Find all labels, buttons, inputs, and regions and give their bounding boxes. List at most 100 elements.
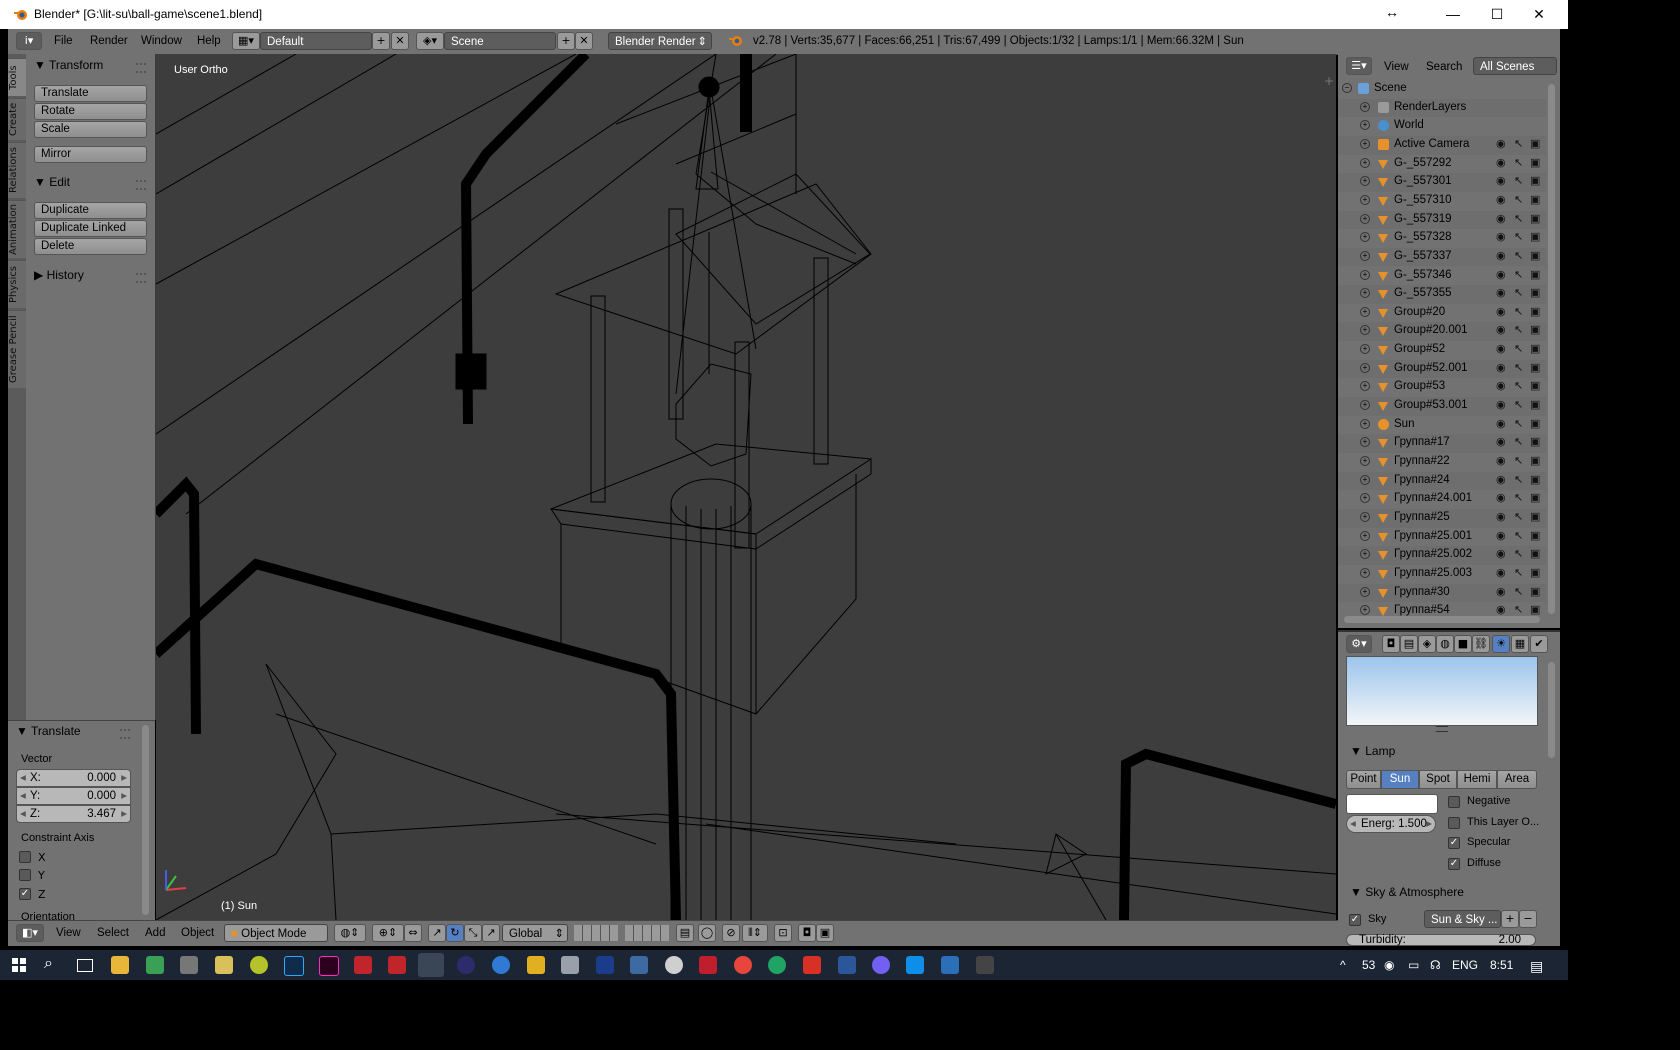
manipulator-icon[interactable]: ⇔ xyxy=(404,924,422,942)
editor-type-3d-icon[interactable]: ◧▾ xyxy=(16,924,44,942)
edit-panel-header[interactable]: ▼ Edit xyxy=(34,175,70,189)
outliner-row[interactable]: + G-_557301 ◉ ↖ ▣ xyxy=(1338,173,1546,192)
expand-icon[interactable]: + xyxy=(1360,138,1370,149)
viber-tray-icon[interactable]: ◉ xyxy=(1384,958,1394,972)
renderable-camera-icon[interactable]: ▣ xyxy=(1530,361,1540,374)
outliner-row[interactable]: + Группа#25 ◉ ↖ ▣ xyxy=(1338,508,1546,528)
renderable-camera-icon[interactable]: ▣ xyxy=(1530,491,1540,504)
network-icon[interactable]: ☊ xyxy=(1430,958,1441,972)
app-icon-red-1[interactable] xyxy=(354,956,372,974)
menu-window[interactable]: Window xyxy=(141,35,182,47)
layers-grid-2-icon[interactable] xyxy=(625,925,669,941)
visibility-eye-icon[interactable]: ◉ xyxy=(1496,491,1506,504)
mirror-button[interactable]: Mirror xyxy=(34,146,147,163)
operator-header[interactable]: ▼ Translate xyxy=(16,724,81,738)
expand-icon[interactable]: + xyxy=(1360,101,1370,112)
expand-icon[interactable]: + xyxy=(1360,437,1370,448)
panel-grip-icon[interactable] xyxy=(136,273,146,283)
app-icon-star[interactable] xyxy=(596,956,614,974)
app-icon-disc[interactable] xyxy=(665,956,683,974)
constraint-y-checkbox[interactable] xyxy=(19,869,31,881)
outliner-scrollbar[interactable] xyxy=(1548,84,1555,614)
tray-expand-icon[interactable]: ^ xyxy=(1340,958,1346,972)
outliner-row[interactable]: + Группа#24.001 ◉ ↖ ▣ xyxy=(1338,490,1546,509)
notifications-icon[interactable]: ▤ xyxy=(1530,958,1543,975)
layers-tab-icon[interactable]: ▤ xyxy=(1400,635,1418,653)
lamp-type-point[interactable]: Point xyxy=(1346,770,1381,789)
tab-create[interactable]: Create xyxy=(8,98,26,140)
visibility-eye-icon[interactable]: ◉ xyxy=(1496,137,1506,150)
app-icon-dark[interactable] xyxy=(457,956,475,974)
menu-render[interactable]: Render xyxy=(90,35,128,47)
expand-icon[interactable]: + xyxy=(1360,306,1370,317)
vector-x-field[interactable]: ◂ X: 0.000 ▸ xyxy=(16,769,131,787)
renderable-camera-icon[interactable]: ▣ xyxy=(1530,435,1540,448)
expand-icon[interactable]: + xyxy=(1360,120,1370,131)
menu-view[interactable]: View xyxy=(56,927,81,939)
task-view-icon[interactable] xyxy=(77,959,93,972)
sky-preset-select[interactable]: Sun & Sky ... xyxy=(1424,910,1501,928)
app-icon-hangouts[interactable] xyxy=(768,956,786,974)
selectable-cursor-icon[interactable]: ↖ xyxy=(1514,342,1523,355)
outliner-row[interactable]: + Group#20 ◉ ↖ ▣ xyxy=(1338,304,1546,323)
outliner-row[interactable]: + Группа#30 ◉ ↖ ▣ xyxy=(1338,583,1546,603)
editor-type-info-icon[interactable]: i▾ xyxy=(16,32,42,50)
lamp-type-spot[interactable]: Spot xyxy=(1419,770,1457,789)
layout-field[interactable]: Default xyxy=(260,32,372,50)
texture-tab-icon[interactable]: ▦ xyxy=(1511,635,1529,653)
turbidity-field[interactable]: Turbidity: 2.00 xyxy=(1346,934,1536,946)
outliner-row[interactable]: + G-_557337 ◉ ↖ ▣ xyxy=(1338,247,1546,267)
renderable-camera-icon[interactable]: ▣ xyxy=(1530,379,1540,392)
visibility-eye-icon[interactable]: ◉ xyxy=(1496,230,1506,243)
visibility-eye-icon[interactable]: ◉ xyxy=(1496,305,1506,318)
panel-grip-icon[interactable] xyxy=(136,63,146,73)
sky-checkbox[interactable]: ✓ xyxy=(1349,914,1361,926)
selectable-cursor-icon[interactable]: ↖ xyxy=(1514,268,1523,281)
menu-select[interactable]: Select xyxy=(97,927,129,939)
app-icon-chart[interactable] xyxy=(630,956,648,974)
visibility-eye-icon[interactable]: ◉ xyxy=(1496,174,1506,187)
visibility-eye-icon[interactable]: ◉ xyxy=(1496,398,1506,411)
visibility-eye-icon[interactable]: ◉ xyxy=(1496,193,1506,206)
outliner-row[interactable]: + Group#52 ◉ ↖ ▣ xyxy=(1338,341,1546,360)
renderable-camera-icon[interactable]: ▣ xyxy=(1530,603,1540,616)
menu-help[interactable]: Help xyxy=(197,35,221,47)
add-scene-icon[interactable]: + xyxy=(557,32,575,50)
chrome-icon[interactable] xyxy=(734,956,752,974)
scale-button[interactable]: Scale xyxy=(34,121,147,138)
lamp-color-swatch[interactable] xyxy=(1346,794,1438,814)
outliner-row[interactable]: + RenderLayers xyxy=(1338,98,1546,118)
expand-icon[interactable]: + xyxy=(1360,605,1370,616)
selectable-cursor-icon[interactable]: ↖ xyxy=(1514,230,1523,243)
photoshop-icon[interactable] xyxy=(284,956,304,976)
visibility-eye-icon[interactable]: ◉ xyxy=(1496,286,1506,299)
screen-layout-icon[interactable]: ▦▾ xyxy=(232,32,260,50)
visibility-eye-icon[interactable]: ◉ xyxy=(1496,212,1506,225)
selectable-cursor-icon[interactable]: ↖ xyxy=(1514,137,1523,150)
outliner-hscrollbar[interactable] xyxy=(1344,616,1540,623)
translate-button[interactable]: Translate xyxy=(34,85,147,102)
vector-z-field[interactable]: ◂ Z: 3.467 ▸ xyxy=(16,805,131,823)
selectable-cursor-icon[interactable]: ↖ xyxy=(1514,398,1523,411)
outliner-row[interactable]: + Группа#25.001 ◉ ↖ ▣ xyxy=(1338,528,1546,547)
outliner-row[interactable]: + Sun ◉ ↖ ▣ xyxy=(1338,416,1546,435)
constraint-x-checkbox[interactable] xyxy=(19,851,31,863)
visibility-eye-icon[interactable]: ◉ xyxy=(1496,473,1506,486)
preview-resize-grip-icon[interactable] xyxy=(1436,726,1448,732)
app-icon-paint[interactable] xyxy=(215,956,233,974)
expand-icon[interactable]: + xyxy=(1360,567,1370,578)
selectable-cursor-icon[interactable]: ↖ xyxy=(1514,529,1523,542)
scale-manipulator-icon[interactable]: ⤡ xyxy=(464,924,482,942)
visibility-eye-icon[interactable]: ◉ xyxy=(1496,268,1506,281)
selectable-cursor-icon[interactable]: ↖ xyxy=(1514,547,1523,560)
collapse-icon[interactable]: − xyxy=(1342,83,1352,93)
outliner-row[interactable]: + G-_557292 ◉ ↖ ▣ xyxy=(1338,155,1546,174)
gmail-icon[interactable] xyxy=(803,956,821,974)
lamp-option-checkbox[interactable]: ✓ xyxy=(1448,857,1460,870)
tab-physics[interactable]: Physics xyxy=(8,260,26,308)
lamp-type-hemi[interactable]: Hemi xyxy=(1457,770,1497,789)
expand-icon[interactable]: + xyxy=(1360,176,1370,187)
proportional-edit-icon[interactable]: ◯ xyxy=(698,924,716,942)
teamviewer-icon[interactable] xyxy=(906,956,924,974)
clock[interactable]: 8:51 xyxy=(1490,958,1513,972)
